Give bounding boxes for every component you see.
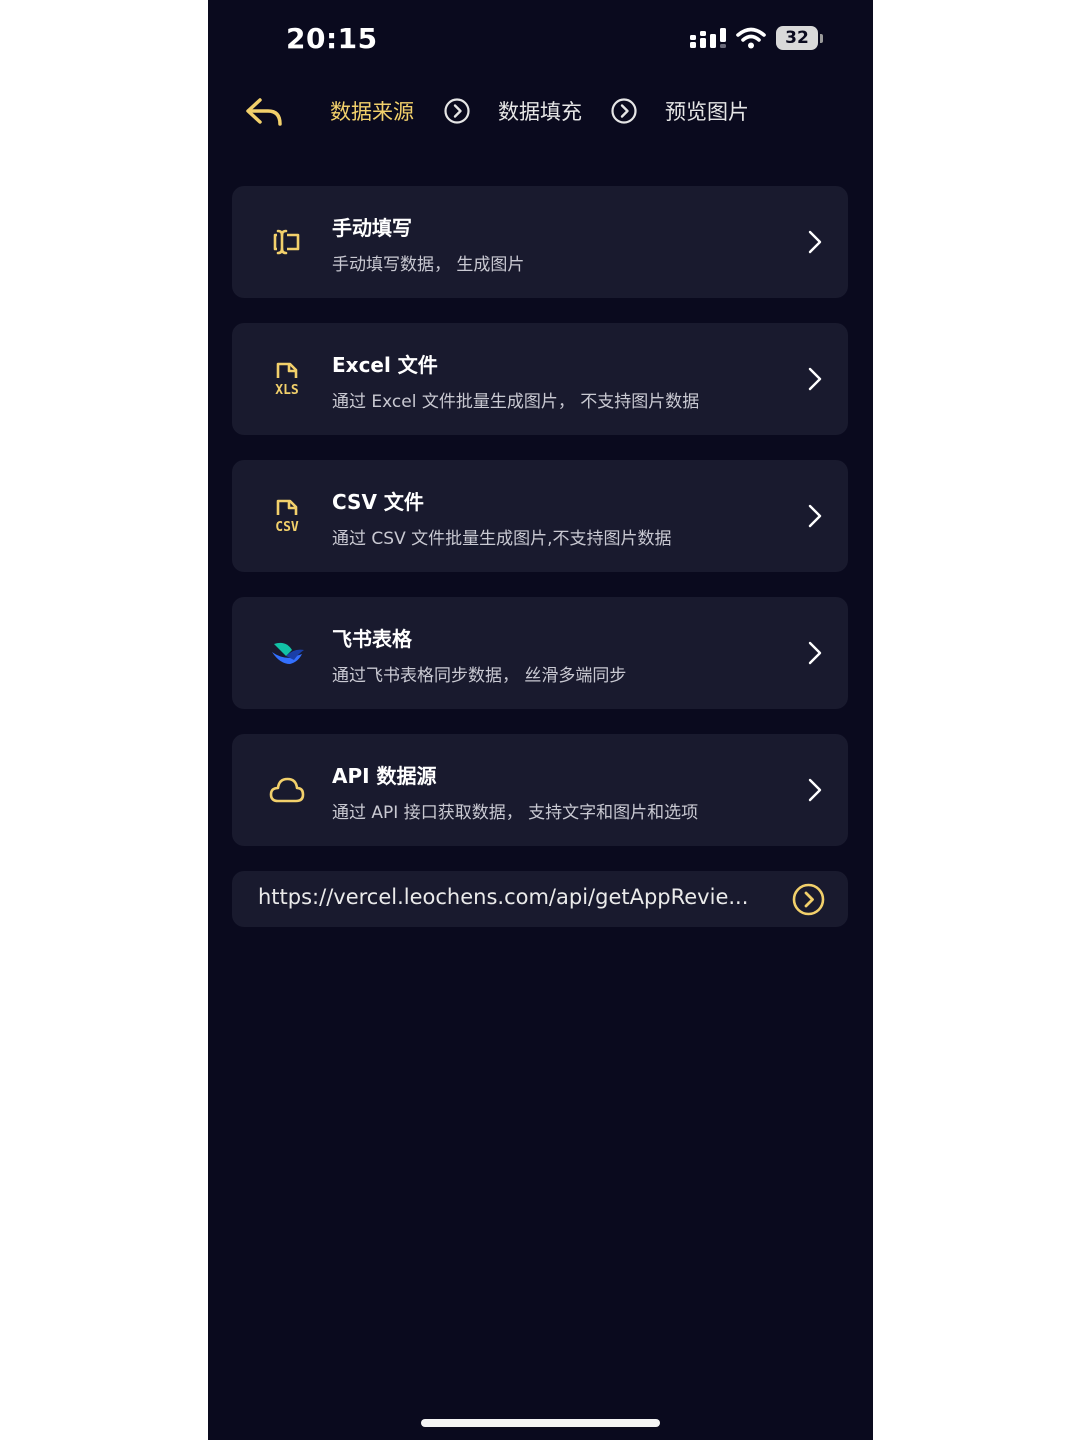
step-preview-image[interactable]: 预览图片	[665, 96, 749, 126]
source-card-feishu[interactable]: 飞书表格 通过飞书表格同步数据， 丝滑多端同步	[232, 597, 848, 709]
text-cursor-icon	[273, 229, 300, 255]
card-title: CSV 文件	[332, 490, 424, 514]
card-description: 通过 API 接口获取数据， 支持文字和图片和选项	[332, 803, 699, 823]
svg-text:XLS: XLS	[275, 383, 299, 398]
chevron-right-icon	[808, 504, 822, 528]
card-title: API 数据源	[332, 764, 437, 788]
source-card-manual[interactable]: 手动填写 手动填写数据， 生成图片	[232, 186, 848, 298]
home-indicator[interactable]	[421, 1419, 660, 1427]
svg-text:CSV: CSV	[275, 520, 299, 535]
source-card-csv[interactable]: CSV CSV 文件 通过 CSV 文件批量生成图片,不支持图片数据	[232, 460, 848, 572]
chevron-right-icon	[808, 778, 822, 802]
card-description: 通过 Excel 文件批量生成图片， 不支持图片数据	[332, 392, 700, 412]
chevron-circle-icon	[444, 98, 470, 124]
chevron-right-icon	[808, 367, 822, 391]
battery-level: 32	[776, 26, 818, 50]
cloud-icon	[269, 777, 305, 803]
card-title: Excel 文件	[332, 353, 438, 377]
xls-file-icon: XLS	[275, 362, 299, 398]
source-card-api[interactable]: API 数据源 通过 API 接口获取数据， 支持文字和图片和选项	[232, 734, 848, 846]
csv-file-icon: CSV	[275, 499, 299, 535]
card-description: 通过 CSV 文件批量生成图片,不支持图片数据	[332, 529, 672, 549]
card-title: 飞书表格	[332, 627, 412, 651]
card-description: 通过飞书表格同步数据， 丝滑多端同步	[332, 666, 627, 686]
status-icons: 32	[690, 26, 823, 50]
chevron-circle-icon	[611, 98, 637, 124]
chevron-right-icon	[808, 230, 822, 254]
chevron-circle-go-icon[interactable]	[792, 883, 825, 916]
status-time: 20:15	[286, 22, 378, 55]
wifi-icon	[736, 27, 766, 49]
step-data-source[interactable]: 数据来源	[330, 96, 414, 126]
api-url-value[interactable]: https://vercel.leochens.com/api/getAppRe…	[258, 885, 768, 909]
step-data-fill[interactable]: 数据填充	[498, 96, 582, 126]
source-card-excel[interactable]: XLS Excel 文件 通过 Excel 文件批量生成图片， 不支持图片数据	[232, 323, 848, 435]
feishu-logo-icon	[272, 642, 304, 664]
battery-icon: 32	[776, 26, 823, 50]
phone-screen: 20:15 32 数据来源 数据填充 预览图片 手动填写 手动填写数据， 生成图…	[208, 0, 873, 1440]
api-url-input[interactable]: https://vercel.leochens.com/api/getAppRe…	[232, 871, 848, 927]
card-description: 手动填写数据， 生成图片	[332, 255, 525, 275]
status-bar: 20:15 32	[208, 0, 873, 80]
back-arrow-icon[interactable]	[244, 94, 284, 130]
chevron-right-icon	[808, 641, 822, 665]
card-title: 手动填写	[332, 216, 412, 240]
step-navigation: 数据来源 数据填充 预览图片	[208, 90, 873, 134]
data-source-list: 手动填写 手动填写数据， 生成图片 XLS Excel 文件 通过 Excel …	[232, 186, 848, 871]
cellular-signal-icon	[690, 26, 726, 50]
